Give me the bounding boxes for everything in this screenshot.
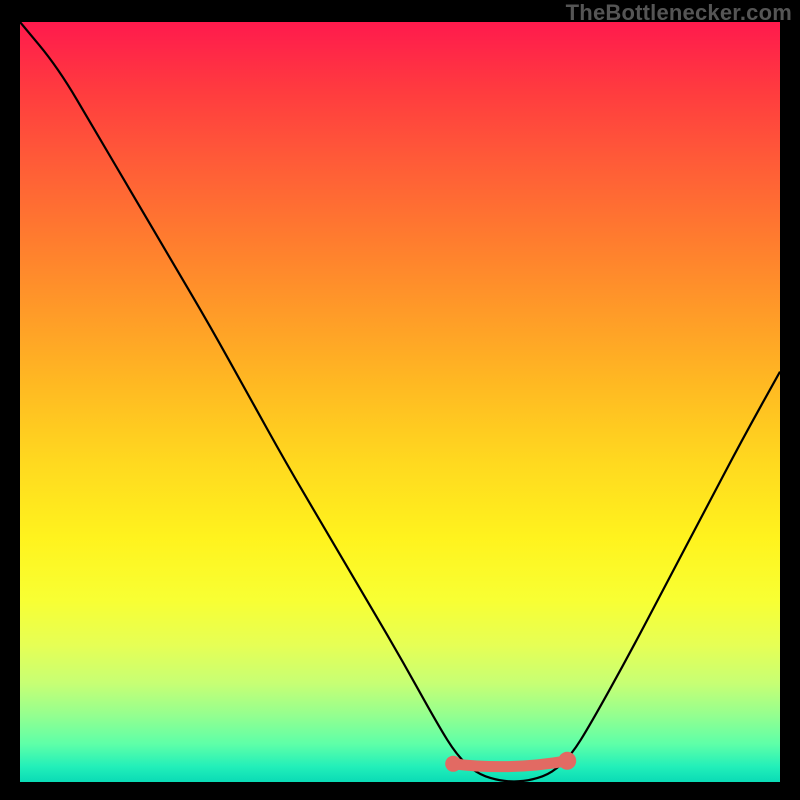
optimal-marker-dot-left (445, 756, 461, 772)
attribution-label: TheBottlenecker.com (566, 0, 792, 26)
optimal-range-marker (453, 761, 567, 767)
optimal-marker-dot-right (558, 752, 576, 770)
chart-svg (20, 22, 780, 782)
chart-frame: TheBottlenecker.com (0, 0, 800, 800)
bottleneck-curve (20, 22, 780, 781)
chart-plot-area (20, 22, 780, 782)
